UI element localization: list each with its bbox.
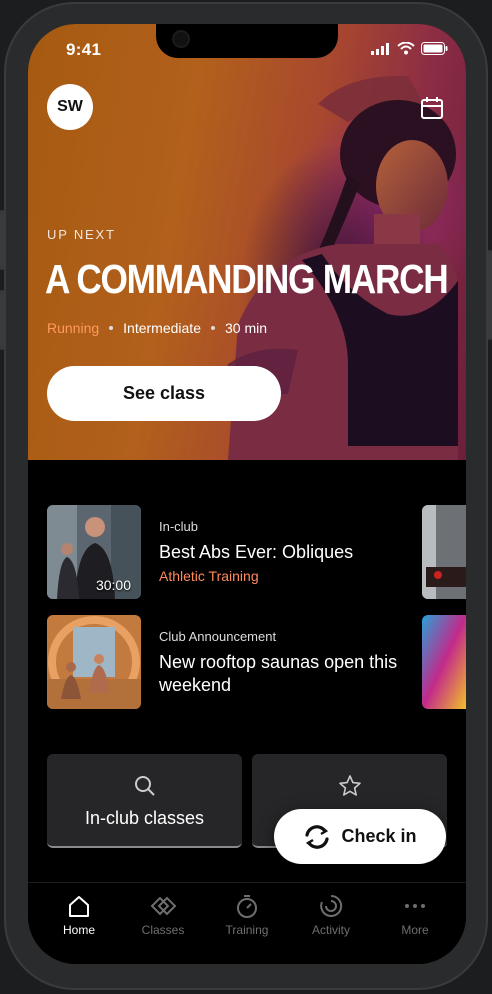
announcement-thumbnail [47,615,141,709]
tab-training[interactable]: Training [205,893,289,937]
check-in-button[interactable]: Check in [274,809,446,864]
activity-ring-icon [320,894,343,917]
hero-banner[interactable]: 9:41 SW UP NEXT A COMMANDING MARCH Runni… [28,24,466,460]
tab-more[interactable]: More [373,893,457,937]
card-kicker: Club Announcement [159,629,277,644]
classes-icon [150,896,176,916]
status-bar: 9:41 [28,24,466,74]
refresh-icon [305,824,330,849]
tab-label: Home [62,923,95,937]
class-title: A COMMANDING MARCH [45,256,449,302]
up-next-label: UP NEXT [47,227,116,242]
feed-card[interactable]: 30:00 In-club Best Abs Ever: Obliques At… [47,505,407,599]
volume-button [0,210,4,270]
next-card-thumbnail[interactable] [422,615,466,709]
volume-button [0,290,4,350]
tab-bar: Home Classes Training Activity More [28,882,466,964]
class-thumbnail: 30:00 [47,505,141,599]
signal-icon [371,42,389,55]
star-icon [338,775,361,796]
calendar-icon[interactable] [420,96,444,120]
next-card-thumbnail[interactable] [422,505,466,599]
wifi-icon [397,42,415,55]
more-icon [405,904,425,908]
class-duration: 30 min [224,320,268,336]
feed-card[interactable]: Club Announcement New rooftop saunas ope… [47,615,407,709]
avatar[interactable]: SW [47,84,93,130]
tab-home[interactable]: Home [37,893,121,937]
app-screen: 9:41 SW UP NEXT A COMMANDING MARCH Runni… [28,24,466,964]
power-button [488,250,492,340]
tab-classes[interactable]: Classes [121,893,205,937]
class-meta: Running Intermediate 30 min [47,320,267,336]
tab-label: Activity [311,923,350,937]
class-level: Intermediate [123,320,201,336]
class-category: Running [47,320,100,336]
front-camera [174,32,188,46]
check-in-label: Check in [341,826,417,846]
tab-label: Classes [141,923,185,937]
status-time: 9:41 [66,40,102,59]
in-club-classes-tile[interactable]: In-club classes [47,754,242,848]
see-class-button[interactable]: See class [47,366,281,421]
tab-activity[interactable]: Activity [289,893,373,937]
card-title: New rooftop saunas open this weekend [159,652,398,695]
home-icon [69,896,89,917]
separator-dot [109,326,114,330]
card-kicker: In-club [159,519,199,534]
battery-icon [421,42,448,55]
tab-label: More [401,923,429,937]
separator-dot [210,326,215,330]
tab-label: Training [225,923,269,937]
card-category: Athletic Training [159,568,259,584]
search-icon [134,776,155,796]
timer-icon [237,895,257,918]
card-title: Best Abs Ever: Obliques [159,542,354,562]
thumbnail-duration: 30:00 [95,577,131,593]
tile-label: In-club classes [84,808,205,828]
